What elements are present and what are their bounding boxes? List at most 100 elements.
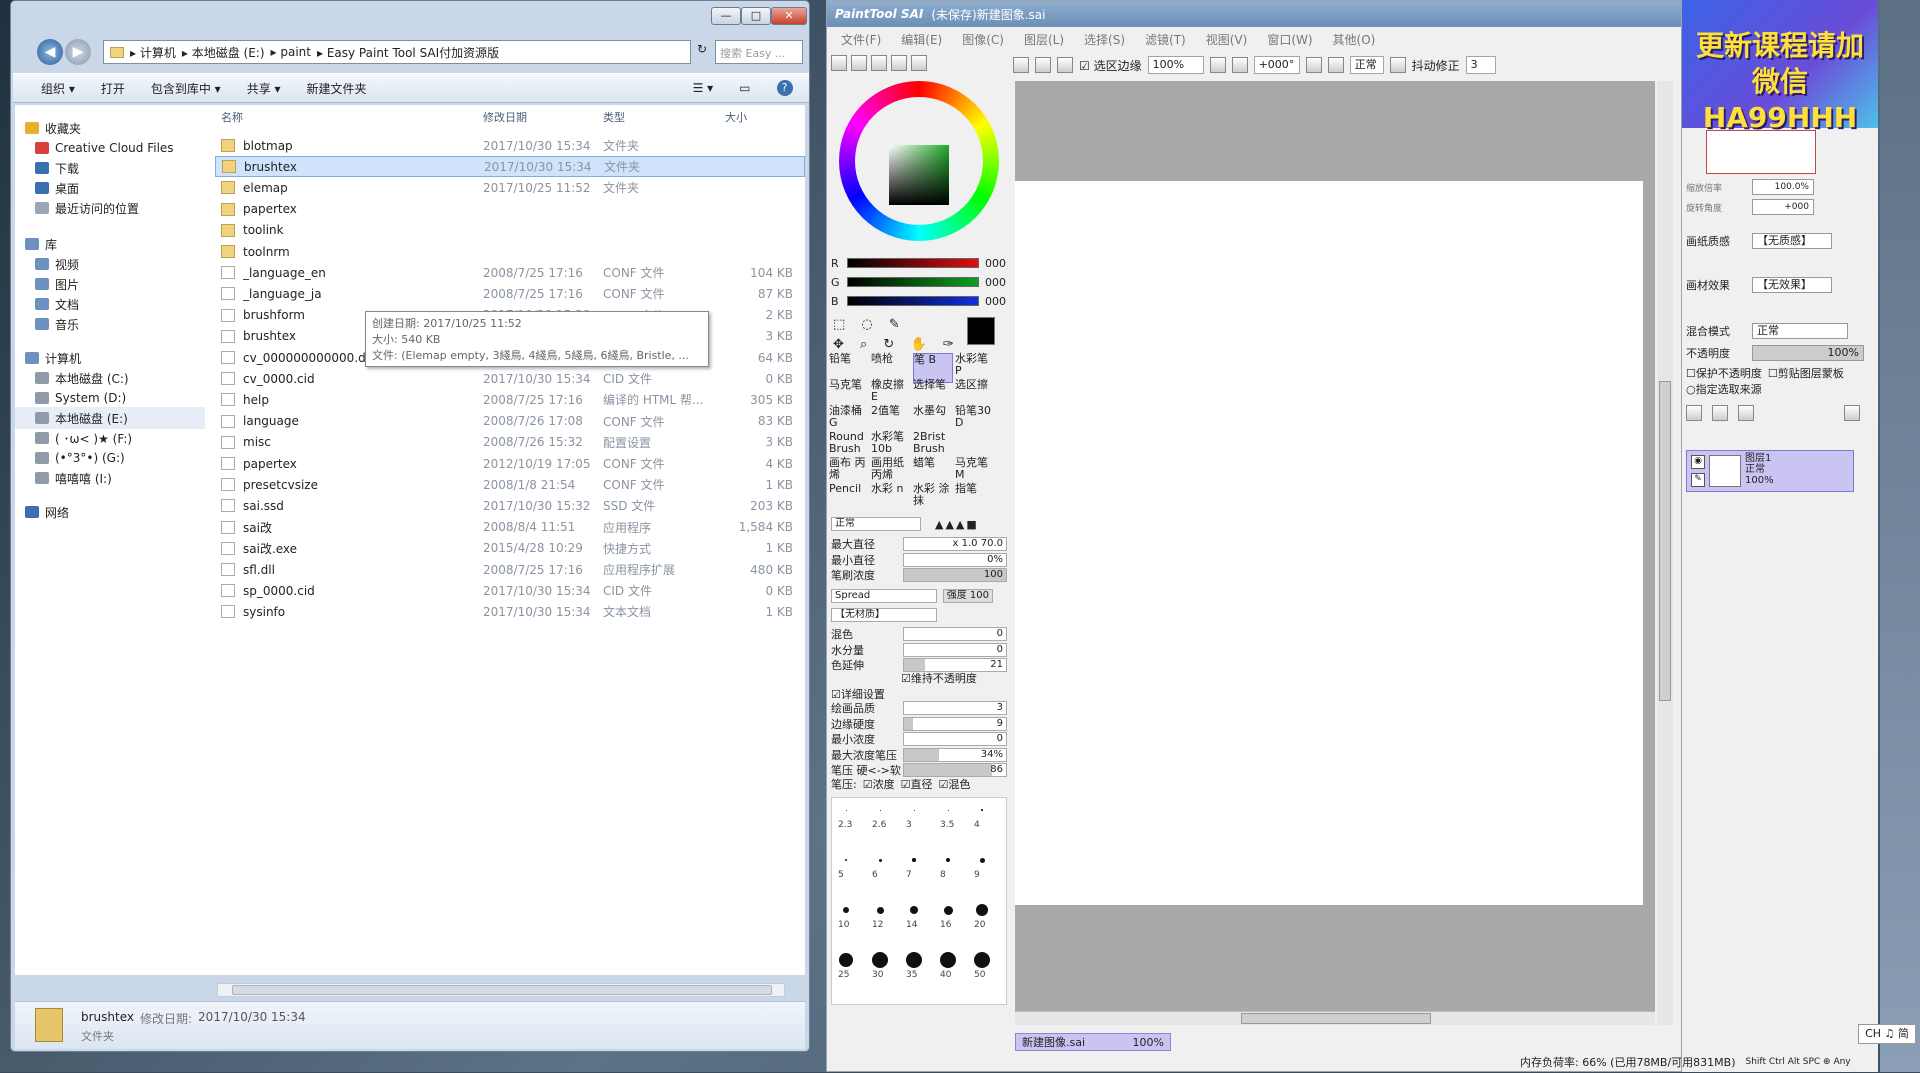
brush-size-dot[interactable] xyxy=(906,952,922,968)
navigator-preview[interactable] xyxy=(1706,130,1816,174)
minimize-button[interactable]: — xyxy=(711,7,741,25)
menu-item[interactable]: 编辑(E) xyxy=(901,31,942,48)
param-slider[interactable]: x 1.0 70.0 xyxy=(903,537,1007,551)
stabilizer-icon[interactable] xyxy=(1389,57,1406,73)
file-row[interactable]: sfl.dll 2008/7/25 17:16 应用程序扩展 480 KB xyxy=(215,559,805,580)
brush-slot[interactable]: 水彩 涂抹 xyxy=(913,483,953,513)
brush-size-dot[interactable] xyxy=(947,809,949,811)
file-row[interactable]: presetcvsize 2008/1/8 21:54 CONF 文件 1 KB xyxy=(215,474,805,495)
open-button[interactable]: 打开 xyxy=(101,80,125,97)
column-type[interactable]: 类型 xyxy=(603,109,625,125)
file-row[interactable]: blotmap 2017/10/30 15:34 文件夹 xyxy=(215,135,805,156)
breadcrumb-item[interactable]: ▸ 本地磁盘 (E:) xyxy=(182,44,265,61)
blend-mode-select[interactable]: 正常 xyxy=(831,517,921,531)
file-row[interactable]: sysinfo 2017/10/30 15:34 文本文档 1 KB xyxy=(215,601,805,622)
column-date[interactable]: 修改日期 xyxy=(483,109,527,125)
organize-button[interactable]: 组织 ▾ xyxy=(41,80,75,97)
nav-item[interactable]: 网络 xyxy=(15,501,205,523)
file-row[interactable]: _language_ja 2008/7/25 17:16 CONF 文件 87 KB xyxy=(215,283,805,304)
file-row[interactable]: cv_0000.cid 2017/10/30 15:34 CID 文件 0 KB xyxy=(215,368,805,389)
nav-item[interactable]: 桌面 xyxy=(15,177,205,199)
param-slider[interactable]: 0 xyxy=(903,642,1007,657)
rgb-slider[interactable] xyxy=(847,277,979,287)
view-icon[interactable]: ☰ ▾ xyxy=(693,81,714,95)
brush-shape-select[interactable]: Spread xyxy=(831,589,937,603)
zoom-out-icon[interactable] xyxy=(1209,57,1226,73)
param-slider[interactable]: 86 xyxy=(903,763,1007,777)
layer-item[interactable]: ◉ ✎ 图层1 正常 100% xyxy=(1686,450,1854,492)
document-tab[interactable]: 新建图像.sai 100% xyxy=(1015,1033,1171,1051)
edge-checkbox[interactable]: ☑ 选区边缘 xyxy=(1079,57,1142,74)
clipping-mask-checkbox[interactable]: ☐剪贴图层蒙板 xyxy=(1768,365,1844,381)
rgb-slider[interactable] xyxy=(847,258,979,268)
scroll-thumb[interactable] xyxy=(1659,381,1671,701)
rotate-value[interactable]: +000 xyxy=(1752,199,1814,215)
menu-item[interactable]: 图层(L) xyxy=(1024,31,1064,48)
breadcrumb-item[interactable]: ▸ 计算机 xyxy=(130,44,176,61)
opacity-slider[interactable]: 100% xyxy=(1752,345,1864,361)
nav-item[interactable]: Creative Cloud Files xyxy=(15,137,205,159)
brush-slot[interactable]: 水彩 n xyxy=(871,483,911,513)
forward-arrow-icon[interactable]: ▶ xyxy=(65,39,91,65)
select-tools[interactable]: ⬚ ◌ ✎ xyxy=(833,317,906,332)
param-slider[interactable]: 3 xyxy=(903,701,1007,715)
primary-color-swatch[interactable] xyxy=(967,317,995,345)
brush-size-dot[interactable] xyxy=(979,857,985,863)
file-row[interactable]: toolink xyxy=(215,220,805,241)
nav-item[interactable]: (•°3°•) (G:) xyxy=(15,447,205,469)
brush-texture-select[interactable]: 【无材质】 xyxy=(831,608,937,622)
brush-size-dot[interactable] xyxy=(879,809,881,811)
brush-shape-icons[interactable]: ▲▲▲■ xyxy=(935,518,979,531)
param-slider[interactable]: 0 xyxy=(903,627,1007,641)
file-row[interactable]: sai改 2008/8/4 11:51 应用程序 1,584 KB xyxy=(215,517,805,538)
new-linework-layer-icon[interactable] xyxy=(1712,405,1728,421)
nav-item[interactable]: 下载 xyxy=(15,157,205,179)
angle-input[interactable]: +000° xyxy=(1253,56,1300,74)
nav-item[interactable]: 最近访问的位置 xyxy=(15,197,205,219)
canvas-horizontal-scrollbar[interactable] xyxy=(1015,1011,1655,1025)
brush-param-row[interactable]: 笔压 硬<->软 86 xyxy=(831,761,1007,779)
back-arrow-icon[interactable]: ◀ xyxy=(37,39,63,65)
file-row[interactable]: elemap 2017/10/25 11:52 文件夹 xyxy=(215,177,805,198)
zoom-value[interactable]: 100.0% xyxy=(1752,179,1814,195)
brush-size-dot[interactable] xyxy=(843,907,849,913)
file-row[interactable]: papertex xyxy=(215,199,805,220)
menu-item[interactable]: 选择(S) xyxy=(1084,31,1125,48)
toolbar-icon[interactable] xyxy=(1035,57,1051,73)
menu-item[interactable]: 图像(C) xyxy=(962,31,1004,48)
nav-item[interactable]: 本地磁盘 (C:) xyxy=(15,367,205,389)
rgb-slider[interactable] xyxy=(847,296,979,306)
brush-size-dot[interactable] xyxy=(940,952,956,968)
brush-param-row[interactable]: 笔刷浓度 100 xyxy=(831,566,1007,584)
rgb-slider-icon[interactable] xyxy=(851,55,867,71)
nav-item[interactable]: 库 xyxy=(15,233,205,255)
rgb-slider-row[interactable]: R 000 xyxy=(831,253,1007,273)
preview-pane-icon[interactable]: ▭ xyxy=(739,81,750,95)
flip-icon[interactable] xyxy=(1327,57,1344,73)
share-button[interactable]: 共享 ▾ xyxy=(247,80,281,97)
help-icon[interactable]: ? xyxy=(776,80,793,96)
scroll-thumb[interactable] xyxy=(1241,1013,1431,1024)
file-row[interactable]: sai.ssd 2017/10/30 15:32 SSD 文件 203 KB xyxy=(215,495,805,516)
brush-slot[interactable]: Pencil xyxy=(829,483,869,513)
nav-item[interactable]: 本地磁盘 (E:) xyxy=(15,407,205,429)
brush-size-dot[interactable] xyxy=(946,858,950,862)
canvas[interactable] xyxy=(1015,181,1643,905)
nav-item[interactable]: 收藏夹 xyxy=(15,117,205,139)
nav-item[interactable]: System (D:) xyxy=(15,387,205,409)
scroll-thumb[interactable] xyxy=(232,985,772,995)
param-slider[interactable]: 21 xyxy=(903,658,1007,672)
include-library-button[interactable]: 包含到库中 ▾ xyxy=(151,80,221,97)
file-row[interactable]: language 2008/7/26 17:08 CONF 文件 83 KB xyxy=(215,411,805,432)
selection-source-checkbox[interactable]: ○指定选取来源 xyxy=(1686,381,1762,397)
scratchpad-icon[interactable] xyxy=(911,55,927,71)
rgb-slider-row[interactable]: G 000 xyxy=(831,272,1007,292)
toolbar-icon[interactable] xyxy=(1013,57,1029,73)
file-row[interactable]: papertex 2012/10/19 17:05 CONF 文件 4 KB xyxy=(215,453,805,474)
rotate-icon[interactable] xyxy=(1305,57,1322,73)
menu-item[interactable]: 视图(V) xyxy=(1206,31,1248,48)
move-zoom-rotate-hand-tools[interactable]: ✥ ⌕ ↻ ✋ ✑ xyxy=(833,337,960,352)
zoom-in-icon[interactable] xyxy=(1231,57,1248,73)
file-row[interactable]: brushtex 2017/10/30 15:34 文件夹 xyxy=(215,156,805,178)
canvas-area[interactable] xyxy=(1015,81,1655,1025)
